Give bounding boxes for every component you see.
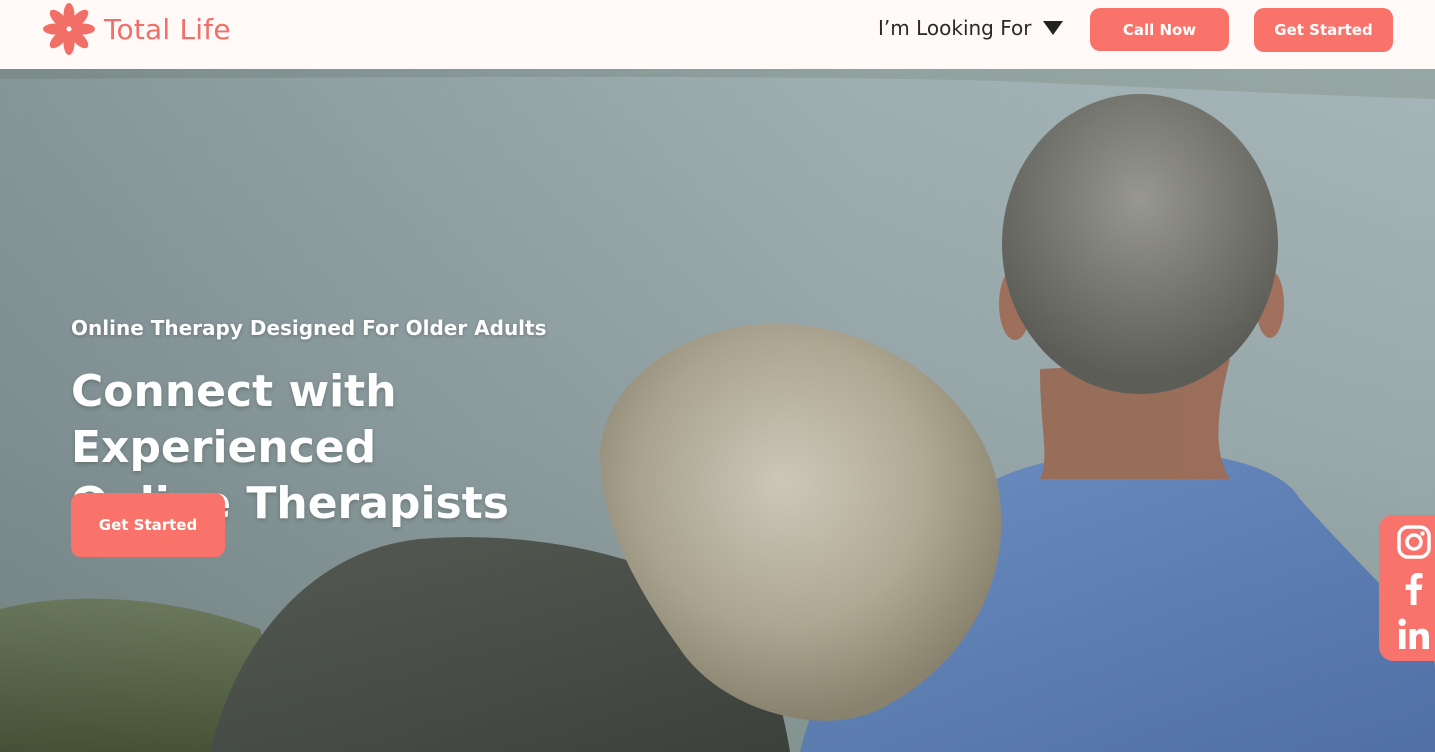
- social-links-tab: [1379, 515, 1435, 661]
- flower-logo-icon: [43, 3, 95, 55]
- linkedin-icon[interactable]: [1397, 617, 1431, 651]
- brand-logo[interactable]: Total Life: [42, 2, 231, 56]
- instagram-icon[interactable]: [1397, 525, 1431, 559]
- facebook-icon[interactable]: [1397, 571, 1431, 605]
- looking-for-label: I’m Looking For: [878, 16, 1032, 40]
- hero-section: Online Therapy Designed For Older Adults…: [0, 69, 1435, 752]
- hero-title-line1: Connect with Experienced: [71, 366, 397, 473]
- hero-subtitle: Online Therapy Designed For Older Adults: [71, 316, 547, 340]
- brand-name: Total Life: [104, 12, 231, 46]
- hero-get-started-button[interactable]: Get Started: [71, 493, 225, 557]
- caret-down-icon: [1043, 21, 1064, 35]
- call-now-button[interactable]: Call Now: [1090, 8, 1229, 51]
- site-header: Total Life I’m Looking For Call Now Get …: [0, 0, 1435, 69]
- looking-for-dropdown[interactable]: I’m Looking For: [878, 16, 1064, 40]
- header-get-started-button[interactable]: Get Started: [1254, 8, 1393, 52]
